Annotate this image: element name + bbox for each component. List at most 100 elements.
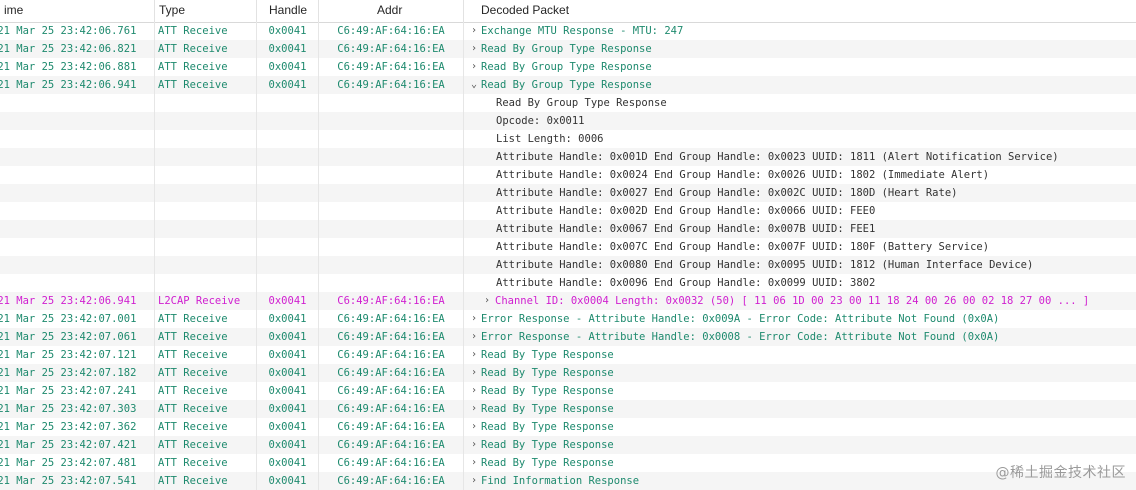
chevron-right-icon[interactable]: › bbox=[469, 454, 479, 472]
addr-cell: C6:49:AF:64:16:EA bbox=[319, 310, 464, 328]
column-header-addr[interactable]: Addr bbox=[319, 0, 464, 22]
time-cell: 021 Mar 25 23:42:07.541 bbox=[0, 472, 155, 490]
decoded-packet-cell: ⌄ Read By Group Type Response bbox=[464, 76, 1136, 94]
chevron-right-icon[interactable]: › bbox=[469, 364, 479, 382]
time-cell bbox=[0, 148, 155, 166]
table-row[interactable]: 021 Mar 25 23:42:06.761 ATT Receive 0x0041… bbox=[0, 22, 1136, 40]
packet-detail-row[interactable]: Attribute Handle: 0x007C End Group Handl… bbox=[0, 238, 1136, 256]
packet-detail-row[interactable]: Read By Group Type Response bbox=[0, 94, 1136, 112]
table-row[interactable]: 021 Mar 25 23:42:07.481 ATT Receive 0x0041… bbox=[0, 454, 1136, 472]
addr-cell: C6:49:AF:64:16:EA bbox=[319, 40, 464, 58]
decoded-packet-cell: › Exchange MTU Response - MTU: 247 bbox=[464, 22, 1136, 40]
addr-cell: C6:49:AF:64:16:EA bbox=[319, 400, 464, 418]
time-cell: 021 Mar 25 23:42:06.881 bbox=[0, 58, 155, 76]
handle-cell bbox=[257, 202, 319, 220]
packet-detail-row[interactable]: Attribute Handle: 0x0096 End Group Handl… bbox=[0, 274, 1136, 292]
chevron-right-icon[interactable]: › bbox=[469, 58, 479, 76]
chevron-right-icon[interactable]: › bbox=[469, 382, 479, 400]
packet-summary: Error Response - Attribute Handle: 0x009… bbox=[481, 313, 1000, 325]
decoded-packet-cell: › Error Response - Attribute Handle: 0x00… bbox=[464, 310, 1136, 328]
addr-cell: C6:49:AF:64:16:EA bbox=[319, 76, 464, 94]
addr-cell bbox=[319, 112, 464, 130]
chevron-right-icon[interactable]: › bbox=[469, 22, 479, 40]
packet-summary: Read By Type Response bbox=[481, 385, 614, 397]
packet-detail-text: List Length: 0006 bbox=[496, 133, 604, 145]
decoded-packet-cell: Attribute Handle: 0x0067 End Group Handl… bbox=[464, 220, 1136, 238]
packet-summary: Find Information Response bbox=[481, 475, 640, 487]
packet-summary: Read By Type Response bbox=[481, 349, 614, 361]
decoded-packet-cell: Attribute Handle: 0x0096 End Group Handl… bbox=[464, 274, 1136, 292]
table-row[interactable]: 021 Mar 25 23:42:07.241 ATT Receive 0x0041… bbox=[0, 382, 1136, 400]
table-row[interactable]: 021 Mar 25 23:42:07.001 ATT Receive 0x0041… bbox=[0, 310, 1136, 328]
packet-detail-text: Attribute Handle: 0x002D End Group Handl… bbox=[496, 205, 876, 217]
packet-detail-row[interactable]: Attribute Handle: 0x001D End Group Handl… bbox=[0, 148, 1136, 166]
handle-cell bbox=[257, 238, 319, 256]
packet-summary: Read By Group Type Response bbox=[481, 61, 652, 73]
packet-detail-row[interactable]: Attribute Handle: 0x0080 End Group Handl… bbox=[0, 256, 1136, 274]
table-row[interactable]: 021 Mar 25 23:42:06.941 ATT Receive 0x0041… bbox=[0, 76, 1136, 94]
table-row[interactable]: 021 Mar 25 23:42:06.821 ATT Receive 0x0041… bbox=[0, 40, 1136, 58]
addr-cell: C6:49:AF:64:16:EA bbox=[319, 418, 464, 436]
chevron-right-icon[interactable]: › bbox=[469, 40, 479, 58]
decoded-packet-cell: Attribute Handle: 0x0080 End Group Handl… bbox=[464, 256, 1136, 274]
addr-cell bbox=[319, 148, 464, 166]
packet-detail-row[interactable]: List Length: 0006 bbox=[0, 130, 1136, 148]
addr-cell: C6:49:AF:64:16:EA bbox=[319, 454, 464, 472]
packet-detail-text: Attribute Handle: 0x0096 End Group Handl… bbox=[496, 277, 876, 289]
addr-cell: C6:49:AF:64:16:EA bbox=[319, 346, 464, 364]
table-row[interactable]: 021 Mar 25 23:42:07.541 ATT Receive 0x0041… bbox=[0, 472, 1136, 490]
type-cell bbox=[155, 112, 257, 130]
packet-detail-text: Attribute Handle: 0x0024 End Group Handl… bbox=[496, 169, 990, 181]
time-cell: 021 Mar 25 23:42:07.303 bbox=[0, 400, 155, 418]
time-cell bbox=[0, 220, 155, 238]
addr-cell bbox=[319, 238, 464, 256]
time-cell: 021 Mar 25 23:42:07.362 bbox=[0, 418, 155, 436]
packet-detail-text: Attribute Handle: 0x0067 End Group Handl… bbox=[496, 223, 876, 235]
type-cell bbox=[155, 148, 257, 166]
column-header-type[interactable]: Type bbox=[155, 0, 257, 22]
decoded-packet-cell: › Error Response - Attribute Handle: 0x00… bbox=[464, 328, 1136, 346]
chevron-right-icon[interactable]: › bbox=[469, 400, 479, 418]
table-row[interactable]: 021 Mar 25 23:42:07.061 ATT Receive 0x0041… bbox=[0, 328, 1136, 346]
chevron-right-icon[interactable]: › bbox=[469, 436, 479, 454]
type-cell: ATT Receive bbox=[155, 76, 257, 94]
table-row[interactable]: 021 Mar 25 23:42:07.303 ATT Receive 0x0041… bbox=[0, 400, 1136, 418]
column-header-handle[interactable]: Handle bbox=[257, 0, 319, 22]
chevron-right-icon[interactable]: › bbox=[469, 310, 479, 328]
type-cell: ATT Receive bbox=[155, 472, 257, 490]
type-cell: ATT Receive bbox=[155, 346, 257, 364]
chevron-down-icon[interactable]: ⌄ bbox=[469, 76, 479, 94]
packet-detail-row[interactable]: Attribute Handle: 0x0027 End Group Handl… bbox=[0, 184, 1136, 202]
time-cell bbox=[0, 202, 155, 220]
time-cell: 021 Mar 25 23:42:07.241 bbox=[0, 382, 155, 400]
packet-detail-row[interactable]: Opcode: 0x0011 bbox=[0, 112, 1136, 130]
handle-cell: 0x0041 bbox=[257, 328, 319, 346]
table-row[interactable]: 021 Mar 25 23:42:06.941 L2CAP Receive 0x00… bbox=[0, 292, 1136, 310]
handle-cell: 0x0041 bbox=[257, 364, 319, 382]
column-header-decoded-packet[interactable]: Decoded Packet bbox=[464, 0, 1136, 22]
table-row[interactable]: 021 Mar 25 23:42:07.362 ATT Receive 0x0041… bbox=[0, 418, 1136, 436]
table-row[interactable]: 021 Mar 25 23:42:06.881 ATT Receive 0x0041… bbox=[0, 58, 1136, 76]
type-cell bbox=[155, 130, 257, 148]
handle-cell bbox=[257, 94, 319, 112]
packet-detail-row[interactable]: Attribute Handle: 0x002D End Group Handl… bbox=[0, 202, 1136, 220]
handle-cell: 0x0041 bbox=[257, 346, 319, 364]
decoded-packet-cell: Attribute Handle: 0x007C End Group Handl… bbox=[464, 238, 1136, 256]
chevron-right-icon[interactable]: › bbox=[469, 472, 479, 490]
chevron-right-icon[interactable]: › bbox=[482, 292, 492, 310]
packet-detail-text: Attribute Handle: 0x001D End Group Handl… bbox=[496, 151, 1059, 163]
chevron-right-icon[interactable]: › bbox=[469, 328, 479, 346]
packet-detail-row[interactable]: Attribute Handle: 0x0024 End Group Handl… bbox=[0, 166, 1136, 184]
type-cell: ATT Receive bbox=[155, 382, 257, 400]
handle-cell: 0x0041 bbox=[257, 418, 319, 436]
packet-detail-row[interactable]: Attribute Handle: 0x0067 End Group Handl… bbox=[0, 220, 1136, 238]
table-row[interactable]: 021 Mar 25 23:42:07.182 ATT Receive 0x0041… bbox=[0, 364, 1136, 382]
chevron-right-icon[interactable]: › bbox=[469, 346, 479, 364]
column-header-time[interactable]: ime bbox=[0, 0, 155, 22]
type-cell bbox=[155, 220, 257, 238]
packet-detail-text: Attribute Handle: 0x0080 End Group Handl… bbox=[496, 259, 1034, 271]
table-row[interactable]: 021 Mar 25 23:42:07.121 ATT Receive 0x0041… bbox=[0, 346, 1136, 364]
table-row[interactable]: 021 Mar 25 23:42:07.421 ATT Receive 0x0041… bbox=[0, 436, 1136, 454]
chevron-right-icon[interactable]: › bbox=[469, 418, 479, 436]
packet-summary: Read By Type Response bbox=[481, 421, 614, 433]
